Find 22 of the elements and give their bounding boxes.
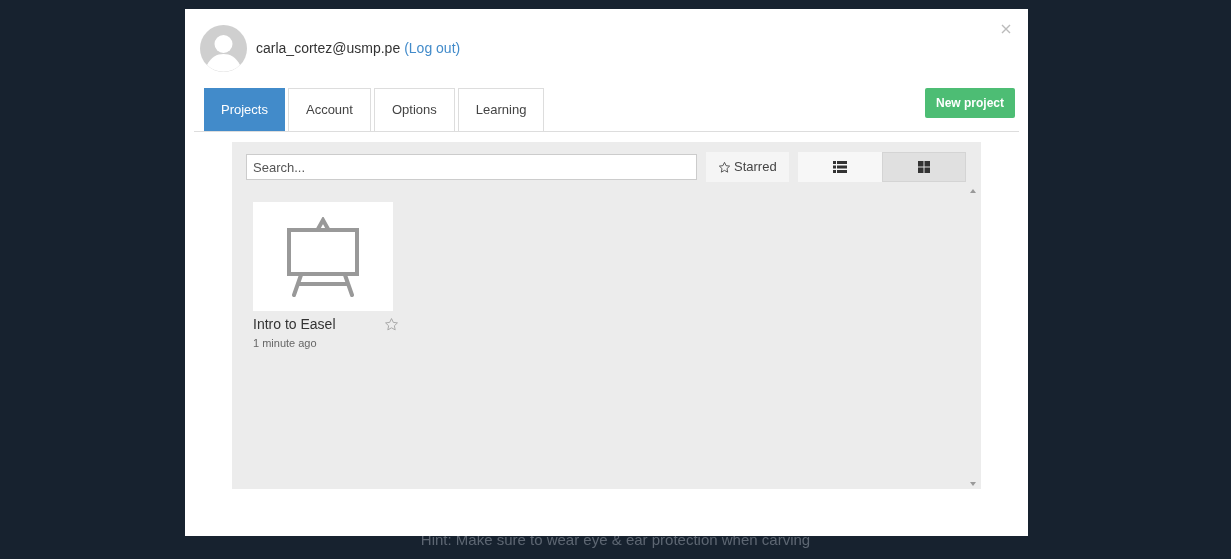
tab[interactable]: Learning [457, 88, 545, 131]
easel-icon [285, 216, 361, 297]
star-toggle-icon[interactable] [384, 317, 399, 332]
tab[interactable]: Projects [204, 88, 285, 131]
avatar-icon [200, 25, 247, 72]
tab[interactable]: Account [287, 88, 371, 131]
project-thumbnail[interactable] [253, 202, 393, 311]
project-time: 1 minute ago [253, 336, 318, 351]
logout-link[interactable]: (Log out) [404, 38, 461, 59]
project-name[interactable]: Intro to Easel [253, 314, 336, 335]
view-toggle-button[interactable] [881, 152, 966, 182]
grid-icon [917, 161, 930, 173]
scroll-up-icon [970, 189, 976, 193]
starred-filter-button[interactable]: Starred [706, 152, 789, 182]
search-field[interactable]: Search... [246, 154, 697, 180]
close-icon [1001, 24, 1011, 34]
view-toggle-button[interactable] [797, 152, 882, 182]
list-icon [832, 161, 847, 173]
star-icon [718, 160, 731, 174]
user-email: carla_cortez@usmp.pe [256, 39, 401, 58]
tab[interactable]: Options [373, 88, 455, 131]
scroll-down-icon [970, 482, 976, 486]
